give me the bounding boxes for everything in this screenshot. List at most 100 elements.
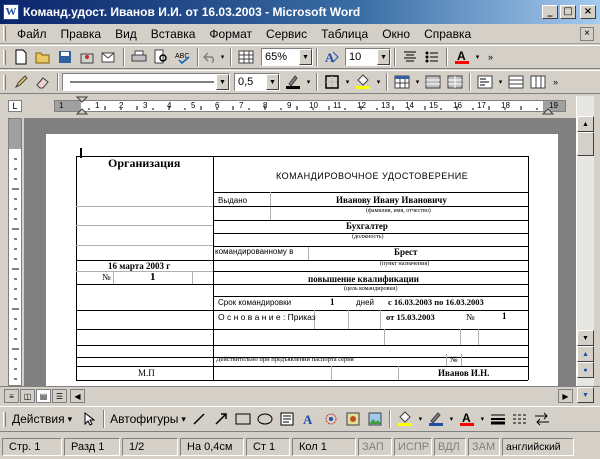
- zoom-combo[interactable]: 65% ▼: [261, 48, 313, 66]
- document-area[interactable]: Организация КОМАНДИРОВОЧНОЕ УДОСТОВЕРЕНИ…: [24, 118, 576, 386]
- draw-actions-dropdown-icon[interactable]: ▾: [68, 414, 73, 425]
- toolbar-grip[interactable]: [3, 411, 6, 427]
- line-style-icon[interactable]: [487, 408, 509, 430]
- vertical-scrollbar[interactable]: ▲ ▼ ▲ ●: [576, 96, 594, 386]
- clip-art-icon[interactable]: [342, 408, 364, 430]
- menu-window[interactable]: Окно: [375, 25, 417, 43]
- shading-color-icon[interactable]: [352, 71, 374, 93]
- draw-actions-button[interactable]: Действия: [12, 412, 65, 426]
- fill-color-dropdown-icon[interactable]: ▾: [416, 415, 425, 423]
- arrow-style-icon[interactable]: [531, 408, 553, 430]
- eraser-icon[interactable]: [32, 71, 54, 93]
- menu-edit[interactable]: Правка: [54, 25, 109, 43]
- outline-view-icon[interactable]: ☰: [52, 389, 67, 403]
- vertical-ruler[interactable]: [8, 118, 22, 386]
- document-page[interactable]: Организация КОМАНДИРОВОЧНОЕ УДОСТОВЕРЕНИ…: [46, 134, 558, 386]
- distribute-rows-icon[interactable]: [505, 71, 527, 93]
- scroll-up-icon[interactable]: ▲: [577, 116, 594, 132]
- toolbar-options-icon[interactable]: »: [553, 77, 558, 87]
- menu-help[interactable]: Справка: [417, 25, 478, 43]
- line-weight-combo[interactable]: 0,5 ▼: [234, 73, 280, 91]
- insert-table-icon[interactable]: [391, 71, 413, 93]
- menu-file[interactable]: Файл: [10, 25, 54, 43]
- status-extend[interactable]: ВДЛ: [434, 437, 466, 456]
- merge-cells-icon[interactable]: [422, 71, 444, 93]
- print-layout-view-icon[interactable]: ▤: [36, 389, 51, 403]
- select-browse-object-icon[interactable]: ●: [577, 362, 594, 378]
- scroll-right-icon[interactable]: ▶: [558, 389, 573, 403]
- diagram-icon[interactable]: [320, 408, 342, 430]
- toolbar-grip[interactable]: [3, 49, 6, 65]
- autoshapes-dropdown-icon[interactable]: ▾: [181, 414, 186, 425]
- scroll-left-icon[interactable]: ◀: [70, 389, 85, 403]
- autoshapes-button[interactable]: Автофигуры: [110, 412, 178, 426]
- font-color-icon[interactable]: A: [451, 46, 473, 68]
- draw-table-pencil-icon[interactable]: [10, 71, 32, 93]
- indent-marker-icon[interactable]: [76, 96, 88, 116]
- open-folder-icon[interactable]: [32, 46, 54, 68]
- select-objects-icon[interactable]: [78, 408, 100, 430]
- spelling-icon[interactable]: ABC: [172, 46, 194, 68]
- status-track-changes[interactable]: ИСПР: [394, 437, 432, 456]
- draw-font-color-dropdown-icon[interactable]: ▾: [478, 415, 487, 423]
- border-color-icon[interactable]: [282, 71, 304, 93]
- menu-table[interactable]: Таблица: [314, 25, 375, 43]
- horizontal-scrollbar[interactable]: ≡ ◫ ▤ ☰ ◀ ▶ ▼: [0, 386, 600, 404]
- close-button[interactable]: ×: [580, 5, 596, 19]
- table-grid-icon[interactable]: [235, 46, 257, 68]
- fill-color-icon[interactable]: [394, 408, 416, 430]
- status-overtype[interactable]: ЗАМ: [468, 437, 500, 456]
- dash-style-icon[interactable]: [509, 408, 531, 430]
- cell-align-dropdown-icon[interactable]: ▾: [496, 78, 505, 86]
- minimize-button[interactable]: _: [542, 5, 558, 19]
- status-record-macro[interactable]: ЗАП: [358, 437, 392, 456]
- draw-font-color-icon[interactable]: A: [456, 408, 478, 430]
- shading-dropdown-icon[interactable]: ▾: [374, 78, 383, 86]
- undo-icon[interactable]: [202, 46, 218, 68]
- chevron-down-icon[interactable]: ▼: [299, 49, 312, 65]
- wordart-icon[interactable]: A: [298, 408, 320, 430]
- oval-tool-icon[interactable]: [254, 408, 276, 430]
- new-document-icon[interactable]: [10, 46, 32, 68]
- scroll-thumb[interactable]: [577, 132, 594, 156]
- line-color-icon[interactable]: [425, 408, 447, 430]
- save-icon[interactable]: [54, 46, 76, 68]
- font-size-combo[interactable]: 10 ▼: [345, 48, 391, 66]
- toolbar-grip[interactable]: [3, 74, 6, 90]
- maximize-button[interactable]: □: [560, 5, 576, 19]
- right-indent-marker-icon[interactable]: [542, 104, 554, 116]
- align-center-icon[interactable]: [399, 46, 421, 68]
- split-cells-icon[interactable]: [444, 71, 466, 93]
- text-box-icon[interactable]: [276, 408, 298, 430]
- menu-grip[interactable]: [3, 26, 6, 41]
- menu-insert[interactable]: Вставка: [144, 25, 203, 43]
- outside-border-icon[interactable]: [321, 71, 343, 93]
- insert-table-dropdown-icon[interactable]: ▾: [413, 78, 422, 86]
- previous-page-icon[interactable]: ▲: [577, 346, 594, 362]
- permission-icon[interactable]: [76, 46, 98, 68]
- horizontal-ruler[interactable]: L 1 1 2 3 4 5 6 7 8 9 10 11 12 13 14 15 …: [0, 96, 600, 116]
- email-icon[interactable]: [98, 46, 120, 68]
- line-color-dropdown-icon[interactable]: ▾: [447, 415, 456, 423]
- scroll-down-icon[interactable]: ▼: [577, 330, 594, 346]
- menu-tools[interactable]: Сервис: [259, 25, 314, 43]
- print-icon[interactable]: [128, 46, 150, 68]
- chevron-down-icon[interactable]: ▼: [216, 74, 229, 90]
- tab-selector-icon[interactable]: L: [8, 100, 22, 112]
- undo-dropdown-icon[interactable]: ▾: [218, 53, 227, 61]
- toolbar-options-icon[interactable]: »: [488, 52, 493, 62]
- line-style-combo[interactable]: ▼: [62, 73, 230, 91]
- styles-icon[interactable]: A: [321, 46, 343, 68]
- insert-picture-icon[interactable]: [364, 408, 386, 430]
- rectangle-tool-icon[interactable]: [232, 408, 254, 430]
- font-color-dropdown-icon[interactable]: ▾: [473, 53, 482, 61]
- chevron-down-icon[interactable]: ▼: [377, 49, 390, 65]
- chevron-down-icon[interactable]: ▼: [266, 74, 279, 90]
- bullets-icon[interactable]: [421, 46, 443, 68]
- print-preview-icon[interactable]: [150, 46, 172, 68]
- arrow-tool-icon[interactable]: [210, 408, 232, 430]
- word-app-icon[interactable]: W: [3, 4, 19, 20]
- next-page-icon[interactable]: ▼: [577, 387, 594, 403]
- distribute-columns-icon[interactable]: [527, 71, 549, 93]
- border-dropdown-icon[interactable]: ▾: [343, 78, 352, 86]
